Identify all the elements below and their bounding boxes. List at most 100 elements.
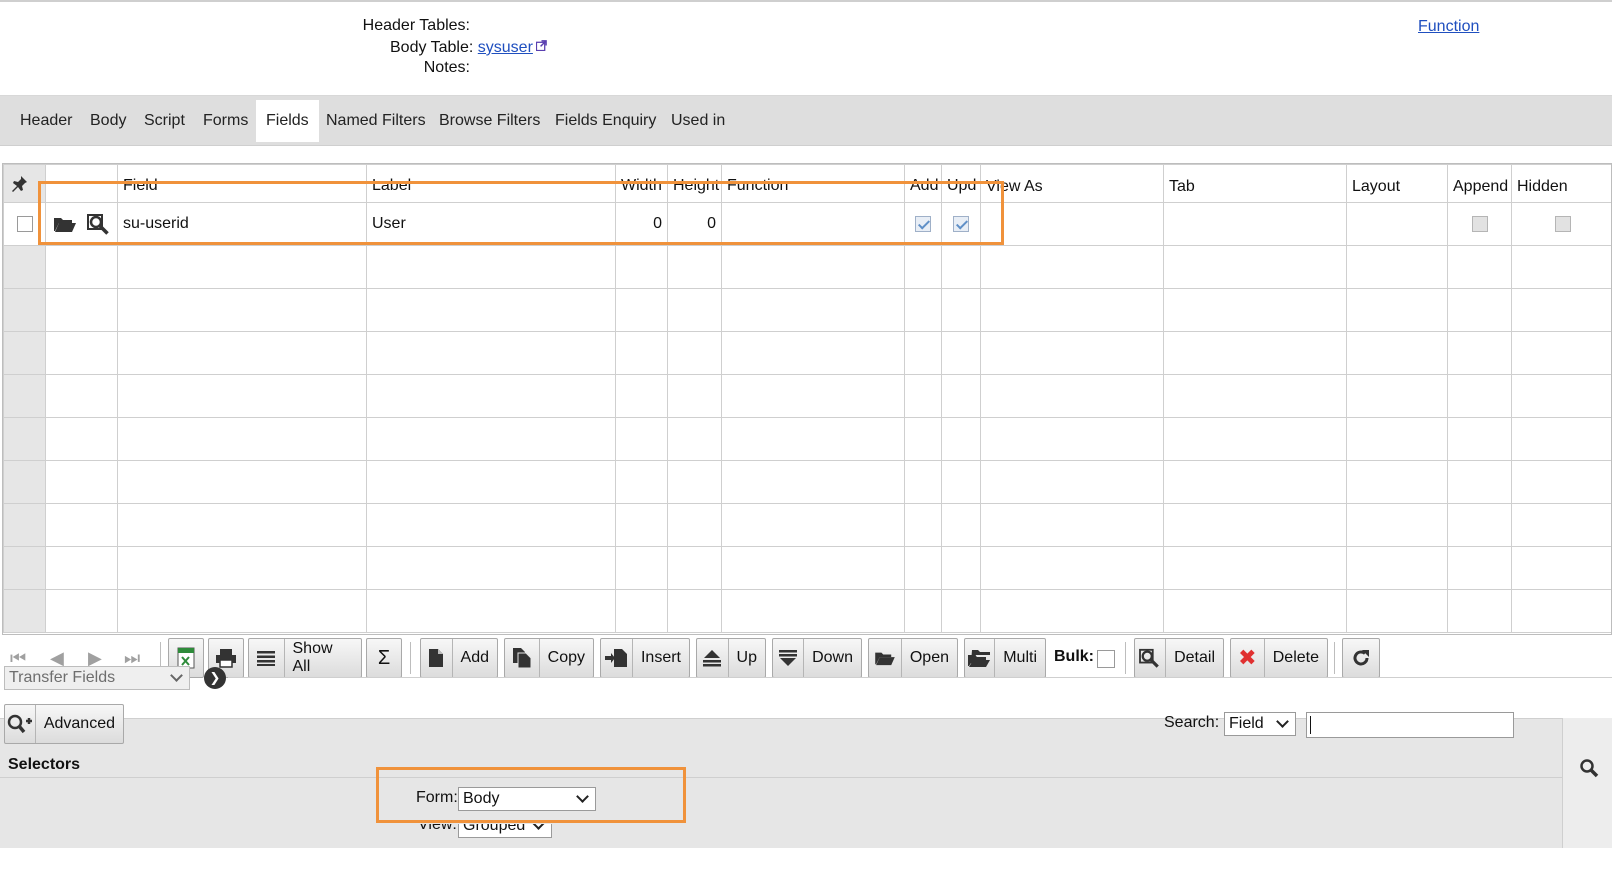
form-select[interactable]: Body xyxy=(458,787,596,811)
open-button[interactable]: Open xyxy=(868,638,958,678)
form-label: Form: xyxy=(416,789,458,806)
body-table-row: Body Table: sysuser xyxy=(390,39,547,57)
chevron-down-icon xyxy=(576,790,589,803)
cell-add[interactable] xyxy=(904,202,942,246)
body-table-link[interactable]: sysuser xyxy=(478,39,533,56)
row-select-cell[interactable] xyxy=(3,202,46,246)
table-header-row: Field Label Width Height Function Add Up… xyxy=(3,164,1611,203)
tab-fields-enquiry[interactable]: Fields Enquiry xyxy=(545,100,666,142)
actions-column-header xyxy=(45,164,118,203)
chevron-down-icon xyxy=(532,824,545,830)
fields-grid: Field Label Width Height Function Add Up… xyxy=(2,163,1612,635)
refresh-button[interactable] xyxy=(1342,638,1380,678)
column-header-upd[interactable]: Upd xyxy=(941,164,981,203)
show-all-button[interactable]: Show All xyxy=(248,638,362,678)
cell-tab[interactable] xyxy=(1163,202,1347,246)
grid-toolbar: ⏮ ◀ ▶ ⏭ Show All Σ Add Copy Insert Up Do… xyxy=(0,636,1612,682)
record-info-panel: Header Tables: Body Table: sysuser Notes… xyxy=(0,0,1612,96)
insert-icon xyxy=(605,649,628,667)
table-row-empty xyxy=(3,546,1611,590)
down-label: Down xyxy=(812,649,853,666)
add-label: Add xyxy=(460,649,489,666)
cell-width[interactable]: 0 xyxy=(615,202,668,246)
multi-button[interactable]: Multi xyxy=(964,638,1046,678)
table-row-empty xyxy=(3,331,1611,375)
function-link[interactable]: Function xyxy=(1418,18,1479,36)
view-select[interactable]: Grouped xyxy=(458,824,552,838)
up-button[interactable]: Up xyxy=(696,638,766,678)
multi-folder-icon xyxy=(967,650,990,667)
tab-body[interactable]: Body xyxy=(80,100,136,142)
up-label: Up xyxy=(736,649,757,666)
column-header-tab[interactable]: Tab xyxy=(1163,164,1347,203)
column-header-add[interactable]: Add xyxy=(904,164,942,203)
tab-script[interactable]: Script xyxy=(134,100,195,142)
cell-field[interactable]: su-userid xyxy=(117,202,367,246)
cell-label[interactable]: User xyxy=(366,202,616,246)
advanced-button[interactable]: Advanced xyxy=(4,704,124,744)
down-button[interactable]: Down xyxy=(772,638,862,678)
cell-function[interactable] xyxy=(721,202,905,246)
header-tables-label: Header Tables: xyxy=(362,17,470,34)
zoom-detail-icon[interactable] xyxy=(87,213,111,235)
column-header-hidden[interactable]: Hidden xyxy=(1511,164,1611,203)
detail-button[interactable]: Detail xyxy=(1134,638,1224,678)
go-arrow-icon[interactable]: ❯ xyxy=(204,667,226,689)
view-value: Grouped xyxy=(463,824,526,834)
column-header-label[interactable]: Label xyxy=(366,164,616,203)
search-field-select[interactable]: Field xyxy=(1224,712,1296,736)
column-header-function[interactable]: Function xyxy=(721,164,905,203)
delete-x-icon: ✖ xyxy=(1231,639,1265,677)
column-header-append[interactable]: Append xyxy=(1447,164,1512,203)
folder-open-icon xyxy=(875,652,895,666)
tab-forms[interactable]: Forms xyxy=(193,100,258,142)
table-row[interactable]: su-userid User 0 0 xyxy=(3,202,1611,246)
cell-view-as[interactable] xyxy=(980,202,1164,246)
hidden-checkbox[interactable] xyxy=(1554,215,1571,232)
cell-upd[interactable] xyxy=(941,202,981,246)
delete-button[interactable]: ✖ Delete xyxy=(1230,638,1328,678)
pin-column-header[interactable] xyxy=(3,164,46,203)
add-checkbox[interactable] xyxy=(915,215,931,232)
column-header-view-as[interactable]: View As xyxy=(980,164,1164,203)
tab-header[interactable]: Header xyxy=(10,100,82,142)
toolbar-separator xyxy=(1125,642,1126,674)
insert-button[interactable]: Insert xyxy=(600,638,690,678)
search-label: Search: xyxy=(1164,714,1220,731)
search-icon[interactable] xyxy=(1579,758,1599,778)
search-input[interactable] xyxy=(1306,712,1514,738)
column-header-width[interactable]: Width xyxy=(615,164,668,203)
cell-height[interactable]: 0 xyxy=(667,202,722,246)
tab-fields[interactable]: Fields xyxy=(256,100,319,142)
totals-button[interactable]: Σ xyxy=(366,638,402,678)
bulk-checkbox[interactable] xyxy=(1097,650,1115,668)
pin-icon[interactable] xyxy=(9,174,29,194)
external-link-icon[interactable] xyxy=(535,40,547,51)
column-header-height[interactable]: Height xyxy=(667,164,722,203)
tab-browse-filters[interactable]: Browse Filters xyxy=(429,100,550,142)
copy-button[interactable]: Copy xyxy=(504,638,594,678)
bulk-label: Bulk: xyxy=(1054,648,1094,665)
view-label: View: xyxy=(418,824,457,833)
refresh-icon xyxy=(1353,650,1369,666)
list-icon xyxy=(257,651,276,666)
tab-named-filters[interactable]: Named Filters xyxy=(316,100,436,142)
detail-label: Detail xyxy=(1174,649,1215,666)
toolbar-separator xyxy=(1334,642,1335,674)
folder-open-icon[interactable] xyxy=(53,215,77,233)
table-row-empty xyxy=(3,460,1611,504)
chevron-down-icon xyxy=(1276,715,1289,728)
upd-checkbox[interactable] xyxy=(953,215,969,232)
column-header-layout[interactable]: Layout xyxy=(1346,164,1448,203)
cell-hidden[interactable] xyxy=(1511,202,1611,246)
search-button-column[interactable] xyxy=(1562,718,1612,848)
column-header-field[interactable]: Field xyxy=(117,164,367,203)
cell-append[interactable] xyxy=(1447,202,1512,246)
add-button[interactable]: Add xyxy=(420,638,498,678)
tab-used-in[interactable]: Used in xyxy=(661,100,735,142)
row-select-checkbox[interactable] xyxy=(16,215,33,232)
copy-label: Copy xyxy=(547,649,585,666)
cell-layout[interactable] xyxy=(1346,202,1448,246)
append-checkbox[interactable] xyxy=(1471,215,1488,232)
transfer-fields-select[interactable]: Transfer Fields xyxy=(4,666,190,690)
